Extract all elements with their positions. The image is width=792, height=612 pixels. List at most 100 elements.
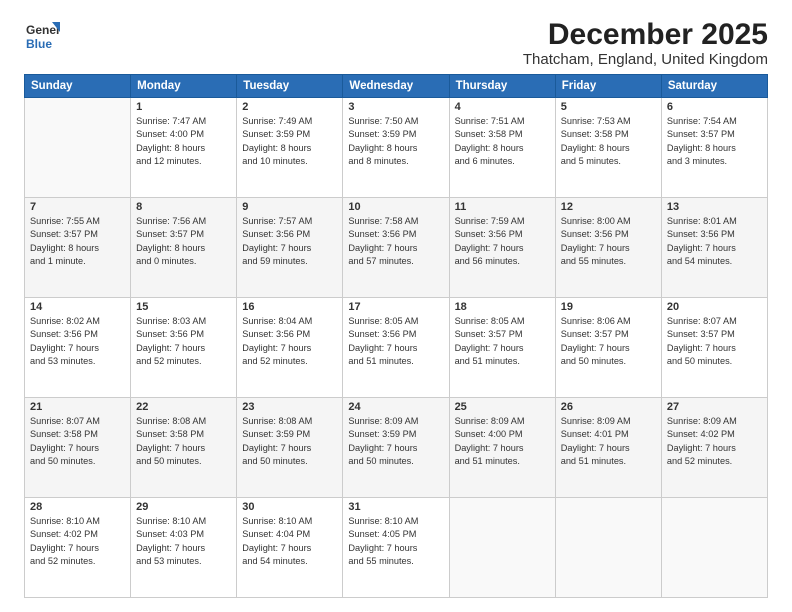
calendar-row: 28Sunrise: 8:10 AM Sunset: 4:02 PM Dayli… [25, 498, 768, 598]
day-number: 24 [348, 401, 443, 413]
calendar-cell: 23 Sunrise: 8:08 AM Sunset: 3:59 PM Dayli… [237, 398, 343, 498]
calendar-cell: 28Sunrise: 8:10 AM Sunset: 4:02 PM Dayli… [25, 498, 131, 598]
day-info: Sunrise: 7:56 AM Sunset: 3:57 PM Dayligh… [136, 215, 231, 268]
day-number: 26 [561, 401, 656, 413]
day-number: 23 [242, 401, 337, 413]
day-info: Sunrise: 8:00 AM Sunset: 3:56 PM Dayligh… [561, 215, 656, 268]
month-year-title: December 2025 [523, 18, 768, 51]
calendar-cell: 31Sunrise: 8:10 AM Sunset: 4:05 PM Dayli… [343, 498, 449, 598]
calendar-cell: 4Sunrise: 7:51 AM Sunset: 3:58 PM Daylig… [449, 98, 555, 198]
day-info: Sunrise: 7:58 AM Sunset: 3:56 PM Dayligh… [348, 215, 443, 268]
day-info: Sunrise: 8:09 AM Sunset: 4:02 PM Dayligh… [667, 415, 762, 468]
calendar-cell: 19 Sunrise: 8:06 AM Sunset: 3:57 PM Dayli… [555, 298, 661, 398]
day-info: Sunrise: 8:09 AM Sunset: 4:01 PM Dayligh… [561, 415, 656, 468]
calendar-cell: 14 Sunrise: 8:02 AM Sunset: 3:56 PM Dayli… [25, 298, 131, 398]
calendar-cell: 29 Sunrise: 8:10 AM Sunset: 4:03 PM Dayli… [131, 498, 237, 598]
day-number: 14 [30, 301, 125, 313]
day-number: 20 [667, 301, 762, 313]
day-info: Sunrise: 8:02 AM Sunset: 3:56 PM Dayligh… [30, 315, 125, 368]
calendar-cell: 2Sunrise: 7:49 AM Sunset: 3:59 PM Daylig… [237, 98, 343, 198]
day-number: 18 [455, 301, 550, 313]
svg-text:Blue: Blue [26, 37, 52, 51]
calendar-cell: 27 Sunrise: 8:09 AM Sunset: 4:02 PM Dayli… [661, 398, 767, 498]
calendar-cell: 6Sunrise: 7:54 AM Sunset: 3:57 PM Daylig… [661, 98, 767, 198]
logo: General Blue [24, 18, 60, 54]
calendar-cell: 20 Sunrise: 8:07 AM Sunset: 3:57 PM Dayli… [661, 298, 767, 398]
calendar-cell: 9Sunrise: 7:57 AM Sunset: 3:56 PM Daylig… [237, 198, 343, 298]
calendar-cell: 24 Sunrise: 8:09 AM Sunset: 3:59 PM Dayli… [343, 398, 449, 498]
calendar-cell: 10 Sunrise: 7:58 AM Sunset: 3:56 PM Dayli… [343, 198, 449, 298]
calendar-row: 21 Sunrise: 8:07 AM Sunset: 3:58 PM Dayli… [25, 398, 768, 498]
calendar-cell: 18 Sunrise: 8:05 AM Sunset: 3:57 PM Dayli… [449, 298, 555, 398]
logo-svg: General Blue [24, 18, 60, 54]
day-info: Sunrise: 8:05 AM Sunset: 3:57 PM Dayligh… [455, 315, 550, 368]
day-info: Sunrise: 7:59 AM Sunset: 3:56 PM Dayligh… [455, 215, 550, 268]
day-number: 27 [667, 401, 762, 413]
calendar-row: 1 Sunrise: 7:47 AM Sunset: 4:00 PM Daylig… [25, 98, 768, 198]
calendar-cell: 25 Sunrise: 8:09 AM Sunset: 4:00 PM Dayli… [449, 398, 555, 498]
calendar-cell: 3Sunrise: 7:50 AM Sunset: 3:59 PM Daylig… [343, 98, 449, 198]
calendar-cell [661, 498, 767, 598]
day-info: Sunrise: 7:54 AM Sunset: 3:57 PM Dayligh… [667, 115, 762, 168]
day-number: 19 [561, 301, 656, 313]
calendar-cell: 5Sunrise: 7:53 AM Sunset: 3:58 PM Daylig… [555, 98, 661, 198]
day-number: 3 [348, 101, 443, 113]
day-number: 13 [667, 201, 762, 213]
calendar-cell: 7Sunrise: 7:55 AM Sunset: 3:57 PM Daylig… [25, 198, 131, 298]
day-info: Sunrise: 7:47 AM Sunset: 4:00 PM Dayligh… [136, 115, 231, 168]
calendar-cell [555, 498, 661, 598]
calendar-cell: 16 Sunrise: 8:04 AM Sunset: 3:56 PM Dayli… [237, 298, 343, 398]
day-info: Sunrise: 8:07 AM Sunset: 3:58 PM Dayligh… [30, 415, 125, 468]
calendar-row: 14 Sunrise: 8:02 AM Sunset: 3:56 PM Dayli… [25, 298, 768, 398]
day-info: Sunrise: 7:53 AM Sunset: 3:58 PM Dayligh… [561, 115, 656, 168]
day-number: 16 [242, 301, 337, 313]
col-saturday: Saturday [661, 75, 767, 98]
calendar-cell: 11 Sunrise: 7:59 AM Sunset: 3:56 PM Dayli… [449, 198, 555, 298]
day-number: 8 [136, 201, 231, 213]
calendar-cell [25, 98, 131, 198]
day-info: Sunrise: 8:07 AM Sunset: 3:57 PM Dayligh… [667, 315, 762, 368]
day-info: Sunrise: 8:06 AM Sunset: 3:57 PM Dayligh… [561, 315, 656, 368]
day-info: Sunrise: 8:10 AM Sunset: 4:03 PM Dayligh… [136, 515, 231, 568]
day-info: Sunrise: 8:10 AM Sunset: 4:02 PM Dayligh… [30, 515, 125, 568]
day-info: Sunrise: 8:08 AM Sunset: 3:58 PM Dayligh… [136, 415, 231, 468]
day-number: 12 [561, 201, 656, 213]
location-subtitle: Thatcham, England, United Kingdom [523, 51, 768, 68]
day-info: Sunrise: 8:03 AM Sunset: 3:56 PM Dayligh… [136, 315, 231, 368]
day-info: Sunrise: 8:08 AM Sunset: 3:59 PM Dayligh… [242, 415, 337, 468]
day-number: 11 [455, 201, 550, 213]
day-number: 30 [242, 501, 337, 513]
day-info: Sunrise: 7:51 AM Sunset: 3:58 PM Dayligh… [455, 115, 550, 168]
day-number: 15 [136, 301, 231, 313]
day-number: 31 [348, 501, 443, 513]
calendar-cell: 1 Sunrise: 7:47 AM Sunset: 4:00 PM Daylig… [131, 98, 237, 198]
title-block: December 2025 Thatcham, England, United … [523, 18, 768, 68]
col-sunday: Sunday [25, 75, 131, 98]
calendar-cell: 22Sunrise: 8:08 AM Sunset: 3:58 PM Dayli… [131, 398, 237, 498]
calendar-cell: 12 Sunrise: 8:00 AM Sunset: 3:56 PM Dayli… [555, 198, 661, 298]
col-thursday: Thursday [449, 75, 555, 98]
day-info: Sunrise: 8:05 AM Sunset: 3:56 PM Dayligh… [348, 315, 443, 368]
day-info: Sunrise: 8:04 AM Sunset: 3:56 PM Dayligh… [242, 315, 337, 368]
day-info: Sunrise: 8:10 AM Sunset: 4:04 PM Dayligh… [242, 515, 337, 568]
day-number: 1 [136, 101, 231, 113]
day-number: 9 [242, 201, 337, 213]
day-info: Sunrise: 7:49 AM Sunset: 3:59 PM Dayligh… [242, 115, 337, 168]
col-monday: Monday [131, 75, 237, 98]
col-wednesday: Wednesday [343, 75, 449, 98]
day-number: 17 [348, 301, 443, 313]
day-number: 25 [455, 401, 550, 413]
day-number: 21 [30, 401, 125, 413]
day-info: Sunrise: 8:01 AM Sunset: 3:56 PM Dayligh… [667, 215, 762, 268]
day-number: 10 [348, 201, 443, 213]
calendar-cell: 21 Sunrise: 8:07 AM Sunset: 3:58 PM Dayli… [25, 398, 131, 498]
day-info: Sunrise: 8:09 AM Sunset: 4:00 PM Dayligh… [455, 415, 550, 468]
calendar-cell: 26 Sunrise: 8:09 AM Sunset: 4:01 PM Dayli… [555, 398, 661, 498]
day-number: 29 [136, 501, 231, 513]
col-friday: Friday [555, 75, 661, 98]
day-info: Sunrise: 8:09 AM Sunset: 3:59 PM Dayligh… [348, 415, 443, 468]
calendar-header-row: Sunday Monday Tuesday Wednesday Thursday… [25, 75, 768, 98]
calendar-cell: 15 Sunrise: 8:03 AM Sunset: 3:56 PM Dayli… [131, 298, 237, 398]
day-number: 7 [30, 201, 125, 213]
calendar-row: 7Sunrise: 7:55 AM Sunset: 3:57 PM Daylig… [25, 198, 768, 298]
